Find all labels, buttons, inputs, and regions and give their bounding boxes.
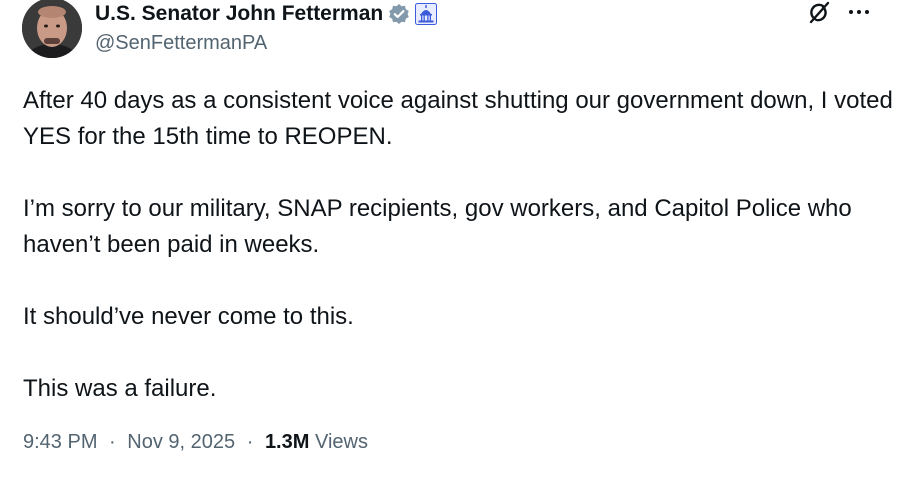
display-name[interactable]: U.S. Senator John Fetterman: [95, 2, 383, 26]
grok-icon[interactable]: [806, 0, 832, 26]
avatar[interactable]: [22, 0, 82, 58]
tweet-date[interactable]: Nov 9, 2025: [127, 431, 235, 453]
views-count: 1.3M: [264, 431, 310, 453]
meta-separator: ·: [246, 431, 254, 453]
tweet: U.S. Senator John Fetterman @SenFetterma…: [0, 0, 918, 480]
tweet-text: After 40 days as a consistent voice agai…: [23, 83, 893, 407]
more-options-icon[interactable]: [846, 2, 872, 22]
tweet-time[interactable]: 9:43 PM: [23, 431, 97, 453]
name-row: U.S. Senator John Fetterman: [95, 2, 438, 26]
author-header: U.S. Senator John Fetterman @SenFetterma…: [95, 2, 438, 55]
tweet-paragraph: This was a failure.: [23, 375, 217, 402]
meta-separator: ·: [109, 431, 116, 453]
tweet-meta: 9:43 PM · Nov 9, 2025 · 1.3M Views: [23, 431, 368, 454]
tweet-paragraph: After 40 days as a consistent voice agai…: [23, 87, 900, 150]
tweet-paragraph: I’m sorry to our military, SNAP recipien…: [23, 195, 859, 258]
verified-badge-icon[interactable]: [388, 3, 410, 25]
author-handle[interactable]: @SenFettermanPA: [95, 32, 437, 55]
capitol-building-icon[interactable]: [415, 3, 438, 25]
views-label: Views: [314, 431, 368, 453]
tweet-paragraph: It should’ve never come to this.: [23, 303, 354, 330]
